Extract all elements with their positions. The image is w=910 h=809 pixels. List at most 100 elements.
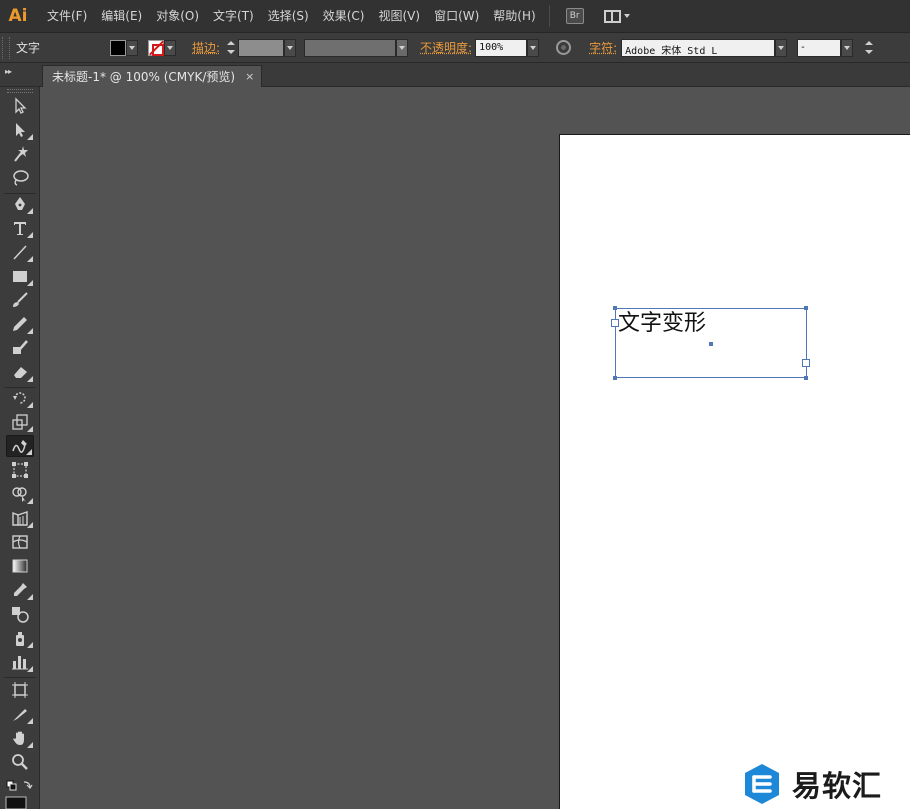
text-selection-box[interactable]: 文字变形 — [611, 305, 810, 380]
document-canvas[interactable]: 文字变形 — [41, 87, 910, 809]
character-panel-link[interactable]: 字符: — [589, 39, 617, 56]
selection-handle[interactable] — [804, 376, 808, 380]
menu-view[interactable]: 视图(V) — [371, 0, 427, 33]
variable-width-profile-dropdown[interactable] — [396, 38, 409, 57]
chevron-down-icon — [129, 45, 135, 50]
rotate-tool-icon[interactable] — [6, 387, 34, 409]
eyedropper-tool-icon[interactable] — [6, 579, 34, 601]
menu-edit[interactable]: 编辑(E) — [94, 0, 149, 33]
magic-wand-tool-icon[interactable] — [6, 143, 34, 165]
control-bar-grip[interactable] — [2, 36, 10, 59]
document-tab[interactable]: 未标题-1* @ 100% (CMYK/预览) × — [42, 65, 262, 87]
document-tab-title: 未标题-1* @ 100% (CMYK/预览) — [52, 70, 236, 84]
menu-select[interactable]: 选择(S) — [261, 0, 316, 33]
shape-builder-tool-icon[interactable] — [6, 483, 34, 505]
symbol-sprayer-tool-icon[interactable] — [6, 627, 34, 649]
line-segment-tool-icon[interactable] — [6, 241, 34, 263]
direct-selection-tool-icon[interactable] — [6, 119, 34, 141]
zoom-tool-icon[interactable] — [6, 751, 34, 773]
stroke-panel-link[interactable]: 描边: — [192, 39, 220, 56]
arrow-down-icon — [227, 50, 236, 54]
artboard-tool-icon[interactable] — [6, 679, 34, 701]
scale-tool-icon[interactable] — [6, 411, 34, 433]
watermark-logo-icon — [745, 764, 779, 804]
out-port-handle[interactable] — [802, 359, 810, 367]
mesh-tool-icon[interactable] — [6, 531, 34, 553]
control-bar: 文字 描边: 不透明度: 100% 字符: Adobe 宋体 Std L - — [0, 33, 910, 63]
chevron-down-icon — [167, 45, 173, 50]
opacity-dropdown[interactable] — [527, 38, 540, 57]
font-size-stepper[interactable] — [863, 39, 875, 57]
chevron-down-icon — [778, 45, 785, 50]
selection-handle[interactable] — [613, 376, 617, 380]
font-style-input[interactable]: - — [797, 38, 842, 57]
menu-effect[interactable]: 效果(C) — [316, 0, 372, 33]
chevron-down-icon — [623, 14, 630, 18]
selection-tool-icon[interactable] — [6, 95, 34, 117]
variable-width-profile-field[interactable] — [304, 38, 397, 57]
menu-type[interactable]: 文字(T) — [206, 0, 261, 33]
font-family-dropdown[interactable] — [775, 38, 788, 57]
type-tool-icon[interactable] — [6, 217, 34, 239]
eraser-tool-icon[interactable] — [6, 361, 34, 383]
lasso-tool-icon[interactable] — [6, 167, 34, 189]
hand-tool-icon[interactable] — [6, 727, 34, 749]
bridge-button[interactable]: Br — [565, 8, 584, 24]
menu-help[interactable]: 帮助(H) — [486, 0, 542, 33]
selection-handle[interactable] — [613, 306, 617, 310]
center-point-handle[interactable] — [709, 342, 713, 346]
chevron-down-icon — [530, 45, 537, 50]
menu-file[interactable]: 文件(F) — [40, 0, 94, 33]
column-graph-tool-icon[interactable] — [6, 651, 34, 673]
workspace-switcher-button[interactable] — [603, 9, 630, 23]
gradient-tool-icon[interactable] — [6, 555, 34, 577]
tools-panel — [0, 87, 40, 809]
app-logo: Ai — [8, 6, 28, 26]
watermark: 易软汇 — [742, 762, 882, 806]
current-tool-label: 文字 — [16, 41, 41, 55]
collapse-toolbox-icon[interactable]: ▸▸ — [5, 67, 12, 76]
artboard[interactable]: 文字变形 — [559, 134, 910, 809]
free-transform-tool-icon[interactable] — [6, 459, 34, 481]
tools-panel-grip[interactable] — [7, 89, 33, 93]
stroke-weight-dropdown[interactable] — [284, 38, 297, 57]
menu-separator — [548, 5, 550, 27]
paintbrush-tool-icon[interactable] — [6, 289, 34, 311]
menu-window[interactable]: 窗口(W) — [427, 0, 486, 33]
stroke-weight-stepper[interactable] — [225, 39, 237, 57]
blend-tool-icon[interactable] — [6, 603, 34, 625]
fill-stroke-swatches[interactable] — [4, 780, 36, 809]
document-tab-bar: ▸▸ 未标题-1* @ 100% (CMYK/预览) × — [0, 63, 910, 87]
fill-dropdown[interactable] — [126, 39, 138, 56]
pen-tool-icon[interactable] — [6, 193, 34, 215]
chevron-down-icon — [844, 45, 851, 50]
perspective-grid-tool-icon[interactable] — [6, 507, 34, 529]
in-port-handle[interactable] — [611, 319, 619, 327]
opacity-panel-link[interactable]: 不透明度: — [420, 39, 472, 56]
chevron-down-icon — [399, 45, 406, 50]
rectangle-tool-icon[interactable] — [6, 265, 34, 287]
recolor-artwork-icon[interactable] — [556, 40, 572, 55]
font-style-dropdown[interactable] — [841, 38, 854, 57]
stroke-color-dropdown[interactable] — [164, 39, 176, 56]
arrow-up-icon — [227, 41, 236, 45]
selection-handle[interactable] — [804, 306, 808, 310]
chevron-down-icon — [287, 45, 294, 50]
menu-object[interactable]: 对象(O) — [149, 0, 206, 33]
stroke-color-swatch[interactable] — [148, 39, 164, 56]
warp-tool-icon[interactable] — [6, 435, 34, 457]
slice-tool-icon[interactable] — [6, 703, 34, 725]
arrow-up-icon — [865, 41, 874, 45]
stroke-weight-input[interactable] — [238, 38, 285, 57]
fill-color-swatch[interactable] — [110, 39, 126, 56]
pencil-tool-icon[interactable] — [6, 313, 34, 335]
workspace-layout-icon — [603, 9, 621, 23]
opacity-input[interactable]: 100% — [475, 38, 528, 57]
menu-bar: Ai 文件(F) 编辑(E) 对象(O) 文字(T) 选择(S) 效果(C) 视… — [0, 0, 910, 33]
artboard-text[interactable]: 文字变形 — [618, 305, 706, 337]
font-family-input[interactable]: Adobe 宋体 Std L — [621, 38, 776, 57]
close-icon[interactable]: × — [245, 70, 254, 83]
toolbox-separator — [4, 677, 36, 678]
blob-brush-tool-icon[interactable] — [6, 337, 34, 359]
arrow-down-icon — [865, 50, 874, 54]
